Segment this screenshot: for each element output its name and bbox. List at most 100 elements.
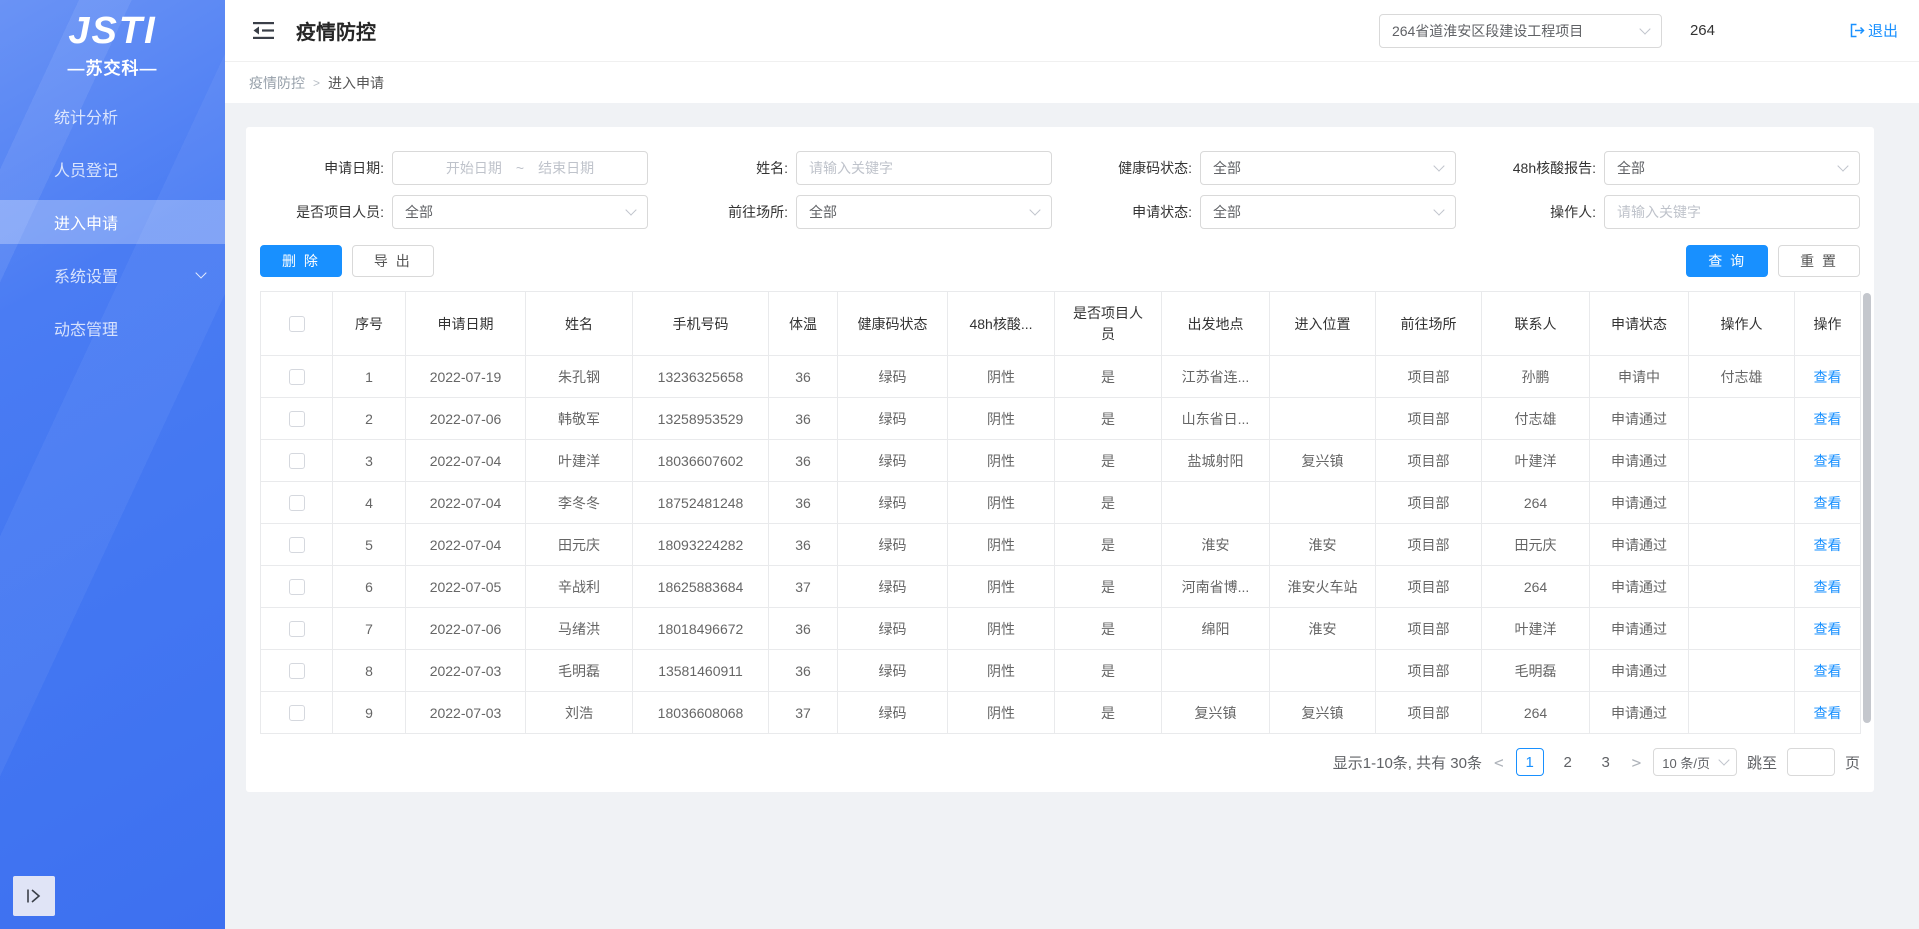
logo-subtitle: —苏交科— (0, 54, 225, 79)
delete-button[interactable]: 删 除 (260, 245, 342, 277)
cell-operator (1689, 566, 1795, 608)
jump-page-input[interactable] (1787, 748, 1835, 776)
view-link[interactable]: 查看 (1814, 453, 1842, 469)
page-1[interactable]: 1 (1516, 748, 1544, 776)
cell-member: 是 (1055, 650, 1162, 692)
col-action: 操作 (1795, 292, 1861, 356)
row-checkbox[interactable] (289, 495, 305, 511)
view-link[interactable]: 查看 (1814, 537, 1842, 553)
cell-health: 绿码 (838, 650, 948, 692)
table-row: 2 2022-07-06 韩敬军 13258953529 36 绿码 阴性 是 … (261, 398, 1861, 440)
cell-temp: 36 (769, 650, 838, 692)
row-checkbox[interactable] (289, 369, 305, 385)
select-value: 全部 (809, 202, 1031, 222)
cell-member: 是 (1055, 608, 1162, 650)
nucleic-report-select[interactable]: 全部 (1604, 151, 1860, 185)
view-link[interactable]: 查看 (1814, 579, 1842, 595)
cell-nucleic: 阴性 (948, 692, 1055, 734)
logout-label: 退出 (1868, 20, 1898, 41)
col-name: 姓名 (526, 292, 633, 356)
cell-contact: 264 (1482, 566, 1590, 608)
page-2[interactable]: 2 (1554, 748, 1582, 776)
cell-name: 田元庆 (526, 524, 633, 566)
cell-temp: 36 (769, 608, 838, 650)
sidebar-item-dynamic-management[interactable]: 动态管理 (0, 306, 225, 350)
view-link[interactable]: 查看 (1814, 705, 1842, 721)
view-link[interactable]: 查看 (1814, 411, 1842, 427)
col-date: 申请日期 (406, 292, 526, 356)
row-checkbox[interactable] (289, 663, 305, 679)
cell-date: 2022-07-03 (406, 692, 526, 734)
filter-is-member: 是否项目人员: 全部 (260, 195, 648, 229)
col-health: 健康码状态 (838, 292, 948, 356)
prev-page-button[interactable]: < (1492, 753, 1506, 772)
cell-place: 项目部 (1376, 356, 1482, 398)
col-depart: 出发地点 (1162, 292, 1270, 356)
next-page-button[interactable]: > (1630, 753, 1644, 772)
filter-name: 姓名: (664, 151, 1052, 185)
row-checkbox[interactable] (289, 621, 305, 637)
row-checkbox[interactable] (289, 705, 305, 721)
cell-health: 绿码 (838, 566, 948, 608)
cell-date: 2022-07-06 (406, 608, 526, 650)
query-button[interactable]: 查 询 (1686, 245, 1768, 277)
sidebar-expand-button[interactable] (13, 876, 55, 916)
destination-select[interactable]: 全部 (796, 195, 1052, 229)
view-link[interactable]: 查看 (1814, 663, 1842, 679)
cell-status: 申请中 (1590, 356, 1689, 398)
cell-checkbox (261, 440, 333, 482)
row-checkbox[interactable] (289, 411, 305, 427)
col-operator: 操作人 (1689, 292, 1795, 356)
chevron-down-icon (1639, 23, 1650, 34)
sidebar-item-system-settings[interactable]: 系统设置 (0, 253, 225, 297)
view-link[interactable]: 查看 (1814, 621, 1842, 637)
table-scrollbar[interactable] (1862, 293, 1872, 732)
chevron-down-icon (1433, 160, 1444, 171)
row-checkbox[interactable] (289, 579, 305, 595)
cell-name: 叶建洋 (526, 440, 633, 482)
collapse-menu-button[interactable] (249, 18, 278, 43)
cell-status: 申请通过 (1590, 692, 1689, 734)
project-select[interactable]: 264省道淮安区段建设工程项目 (1379, 14, 1662, 48)
apply-status-select[interactable]: 全部 (1200, 195, 1456, 229)
scrollbar-thumb[interactable] (1863, 293, 1871, 723)
sidebar-item-personnel[interactable]: 人员登记 (0, 147, 225, 191)
cell-action: 查看 (1795, 524, 1861, 566)
health-code-select[interactable]: 全部 (1200, 151, 1456, 185)
reset-button[interactable]: 重 置 (1778, 245, 1860, 277)
is-member-select[interactable]: 全部 (392, 195, 648, 229)
operator-input[interactable] (1617, 204, 1847, 220)
select-all-checkbox[interactable] (289, 316, 305, 332)
cell-contact: 孙鹏 (1482, 356, 1590, 398)
page-size-select[interactable]: 10 条/页 (1653, 748, 1737, 776)
view-link[interactable]: 查看 (1814, 369, 1842, 385)
cell-member: 是 (1055, 356, 1162, 398)
filter-label: 姓名: (664, 158, 796, 178)
sidebar-item-label: 人员登记 (54, 157, 118, 181)
date-range-input[interactable]: 开始日期 ~ 结束日期 (392, 151, 648, 185)
app-root: JSTI —苏交科— 统计分析 人员登记 进入申请 系统设置 动态管理 (0, 0, 1919, 929)
cell-enter (1270, 356, 1376, 398)
cell-name: 毛明磊 (526, 650, 633, 692)
cell-operator (1689, 650, 1795, 692)
cell-operator: 付志雄 (1689, 356, 1795, 398)
page-3[interactable]: 3 (1592, 748, 1620, 776)
cell-seq: 6 (333, 566, 406, 608)
view-link[interactable]: 查看 (1814, 495, 1842, 511)
export-button[interactable]: 导 出 (352, 245, 434, 277)
pagination: 显示1-10条, 共有 30条 < 1 2 3 > 10 条/页 跳至 页 (260, 748, 1860, 776)
sidebar-item-entry-application[interactable]: 进入申请 (0, 200, 225, 244)
cell-enter: 淮安火车站 (1270, 566, 1376, 608)
cell-checkbox (261, 692, 333, 734)
logout-link[interactable]: 退出 (1850, 20, 1898, 41)
name-input[interactable] (809, 160, 1039, 176)
cell-operator (1689, 524, 1795, 566)
cell-date: 2022-07-04 (406, 524, 526, 566)
sidebar-item-statistics[interactable]: 统计分析 (0, 94, 225, 138)
row-checkbox[interactable] (289, 453, 305, 469)
cell-phone: 18036607602 (633, 440, 769, 482)
row-checkbox[interactable] (289, 537, 305, 553)
cell-name: 韩敬军 (526, 398, 633, 440)
table-row: 3 2022-07-04 叶建洋 18036607602 36 绿码 阴性 是 … (261, 440, 1861, 482)
breadcrumb-root[interactable]: 疫情防控 (249, 73, 305, 93)
